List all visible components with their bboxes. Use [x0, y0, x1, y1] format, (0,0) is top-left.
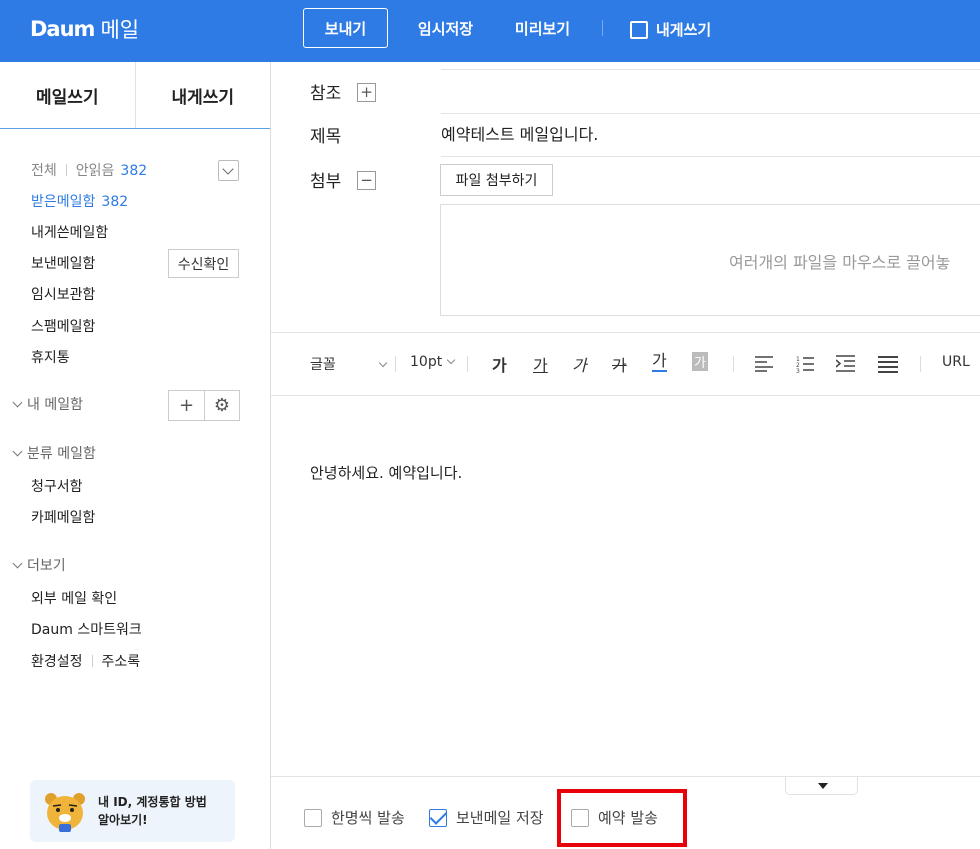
top-bar: Daum 메일 보내기 임시저장 미리보기 내게쓰기: [0, 0, 980, 62]
save-sent-label: 보낸메일 저장: [456, 809, 544, 827]
chevron-down-icon: [12, 558, 23, 568]
add-mailbox-icon[interactable]: +: [169, 391, 204, 420]
category-mailbox-header[interactable]: 분류 메일함: [12, 443, 96, 463]
sidebar-item-self[interactable]: 내게쓴메일함: [31, 222, 108, 242]
svg-text:3: 3: [796, 368, 800, 373]
sidebar: 메일쓰기 내게쓰기 전체 안읽음 382 받은메일함 382 내게쓴메일함 보낸메일함…: [0, 62, 271, 849]
indent-icon[interactable]: [836, 355, 855, 373]
individual-send-option[interactable]: 한명씩 발송: [304, 807, 405, 828]
more-label: 더보기: [27, 558, 66, 574]
divider: [441, 156, 980, 157]
editor-toolbar: 글꼴 10pt 가 가 가 가 가 가 123 URL: [271, 332, 980, 396]
align-left-icon[interactable]: [755, 356, 773, 372]
sidebar-item-inbox[interactable]: 받은메일함 382: [31, 191, 128, 211]
chevron-down-icon: [378, 358, 388, 368]
font-size-select[interactable]: 10pt: [410, 354, 456, 370]
sidebar-item-sent[interactable]: 보낸메일함: [31, 253, 95, 273]
divider: [920, 356, 921, 372]
file-dropzone[interactable]: 여러개의 파일을 마우스로 끌어놓: [440, 204, 980, 316]
more-header[interactable]: 더보기: [12, 555, 66, 575]
bold-icon[interactable]: 가: [492, 352, 507, 376]
filter-dropdown-button[interactable]: [218, 160, 239, 181]
mailbox-actions: + ⚙: [168, 390, 240, 421]
send-button[interactable]: 보내기: [303, 8, 388, 48]
chevron-down-icon: [446, 355, 456, 365]
italic-icon[interactable]: 가: [572, 352, 587, 376]
unread-count: 382: [120, 163, 148, 179]
divider: [467, 356, 468, 372]
editor-resize-handle[interactable]: [785, 777, 858, 795]
filter-unread[interactable]: 안읽음: [76, 163, 115, 179]
scheduled-send-highlight: [557, 789, 687, 847]
attach-label: 첨부: [310, 172, 342, 192]
dropzone-text: 여러개의 파일을 마우스로 끌어놓: [729, 253, 951, 272]
account-promo-banner[interactable]: 내 ID, 계정통합 방법 알아보기!: [30, 780, 235, 842]
send-options-bar: 한명씩 발송 보낸메일 저장 예약 발송: [271, 776, 980, 849]
promo-text: 내 ID, 계정통합 방법 알아보기!: [98, 795, 207, 827]
collapse-attach-icon[interactable]: −: [357, 171, 376, 190]
gear-icon[interactable]: ⚙: [204, 391, 239, 420]
cc-label: 참조: [310, 84, 342, 104]
sidebar-item-cafe[interactable]: 카페메일함: [31, 507, 95, 527]
daum-mail-logo[interactable]: Daum 메일: [30, 14, 139, 44]
subject-input[interactable]: 예약테스트 메일입니다.: [441, 121, 598, 145]
my-mailbox-header[interactable]: 내 메일함: [12, 394, 83, 414]
divider: [395, 356, 396, 372]
sidebar-item-external[interactable]: 외부 메일 확인: [31, 588, 117, 608]
underline-icon[interactable]: 가: [533, 352, 548, 376]
inbox-label: 받은메일함: [31, 194, 96, 210]
mail-body-editor[interactable]: 안녕하세요. 예약입니다.: [310, 462, 462, 483]
settings-row: 환경설정 주소록: [31, 651, 140, 671]
sidebar-item-smartwork[interactable]: Daum 스마트워크: [31, 619, 142, 639]
self-write-label: 내게쓰기: [656, 21, 712, 39]
compose-tabs: 메일쓰기 내게쓰기: [0, 62, 270, 129]
compose-area: 참조 + 제목 예약테스트 메일입니다. 첨부 − 파일 첨부하기 여러개의 파…: [271, 62, 980, 849]
preview-button[interactable]: 미리보기: [505, 8, 580, 48]
sidebar-item-bills[interactable]: 청구서함: [31, 476, 83, 496]
checkbox-icon: [630, 20, 648, 39]
category-mailbox-label: 분류 메일함: [27, 446, 96, 462]
sidebar-item-drafts[interactable]: 임시보관함: [31, 284, 95, 304]
my-mailbox-label: 내 메일함: [27, 397, 83, 413]
attach-file-button[interactable]: 파일 첨부하기: [440, 164, 553, 196]
tab-write-mail[interactable]: 메일쓰기: [0, 62, 135, 128]
strikethrough-icon[interactable]: 가: [612, 352, 627, 376]
font-select[interactable]: 글꼴: [310, 354, 336, 374]
divider: [441, 113, 980, 114]
expand-cc-icon[interactable]: +: [357, 83, 376, 102]
divider: [733, 356, 734, 372]
checkbox-checked-icon: [429, 808, 447, 827]
save-draft-button[interactable]: 임시저장: [408, 8, 483, 48]
chevron-down-icon: [12, 446, 23, 456]
sidebar-item-spam[interactable]: 스팸메일함: [31, 316, 95, 336]
settings-link[interactable]: 환경설정: [31, 654, 83, 670]
ryan-character-icon: [45, 793, 85, 832]
logo-brand: Daum: [30, 17, 95, 41]
individual-send-label: 한명씩 발송: [331, 809, 405, 827]
address-book-link[interactable]: 주소록: [102, 654, 141, 670]
save-sent-option[interactable]: 보낸메일 저장: [429, 807, 544, 828]
tab-write-self[interactable]: 내게쓰기: [134, 62, 271, 128]
filter-all[interactable]: 전체: [31, 163, 57, 179]
subject-label: 제목: [310, 127, 342, 147]
line-spacing-icon[interactable]: [878, 355, 898, 373]
self-write-checkbox[interactable]: 내게쓰기: [630, 19, 711, 40]
filter-row: 전체 안읽음 382: [31, 160, 147, 180]
numbered-list-icon[interactable]: 123: [796, 355, 814, 373]
divider: [602, 20, 603, 36]
background-color-icon[interactable]: 가: [692, 352, 708, 371]
font-color-icon[interactable]: 가: [652, 352, 667, 372]
inbox-count: 382: [101, 194, 129, 210]
chevron-down-icon: [12, 397, 23, 407]
logo-service: 메일: [100, 18, 140, 42]
sidebar-item-trash[interactable]: 휴지통: [31, 347, 70, 367]
checkbox-icon: [304, 808, 322, 827]
insert-url-button[interactable]: URL: [942, 354, 970, 370]
divider: [441, 69, 980, 70]
receipt-check-button[interactable]: 수신확인: [168, 249, 239, 278]
